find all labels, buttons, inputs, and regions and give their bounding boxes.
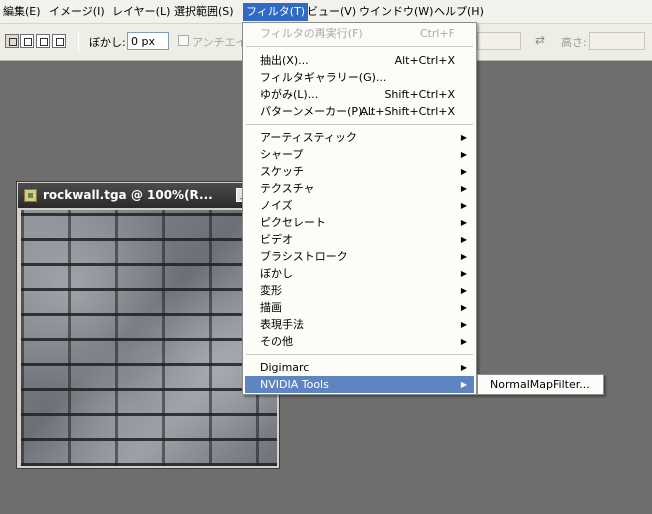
menu-item-pixelate[interactable]: ピクセレート ▶ bbox=[245, 214, 474, 231]
width-field[interactable] bbox=[477, 32, 521, 50]
submenu-arrow-icon: ▶ bbox=[460, 363, 467, 372]
menu-item-texture[interactable]: テクスチャ ▶ bbox=[245, 180, 474, 197]
submenu-arrow-icon: ▶ bbox=[460, 303, 467, 312]
menu-item-other[interactable]: その他 ▶ bbox=[245, 333, 474, 350]
menu-item-repeat-filter[interactable]: フィルタの再実行(F) Ctrl+F bbox=[245, 25, 474, 42]
document-window: rockwall.tga @ 100%(R... _ □ bbox=[16, 181, 280, 469]
menu-item-blur[interactable]: ぼかし ▶ bbox=[245, 265, 474, 282]
feather-label: ぼかし: bbox=[89, 36, 126, 49]
menu-window[interactable]: ウインドウ(W) bbox=[356, 3, 436, 21]
swap-icon[interactable]: ⇄ bbox=[535, 33, 545, 47]
height-label: 高さ: bbox=[561, 36, 587, 49]
menu-layer[interactable]: レイヤー(L) bbox=[109, 3, 173, 21]
document-titlebar[interactable]: rockwall.tga @ 100%(R... _ □ bbox=[18, 183, 278, 208]
image-canvas[interactable] bbox=[21, 210, 277, 466]
add-selection-button[interactable] bbox=[20, 34, 34, 48]
submenu-arrow-icon: ▶ bbox=[460, 380, 467, 389]
menu-item-normalmap-filter[interactable]: NormalMapFilter... bbox=[480, 377, 601, 393]
menu-select[interactable]: 選択範囲(S) bbox=[171, 3, 237, 21]
nvidia-tools-submenu: NormalMapFilter... bbox=[477, 374, 604, 395]
submenu-arrow-icon: ▶ bbox=[460, 133, 467, 142]
document-title: rockwall.tga @ 100%(R... bbox=[43, 188, 213, 202]
submenu-arrow-icon: ▶ bbox=[460, 269, 467, 278]
submenu-arrow-icon: ▶ bbox=[460, 218, 467, 227]
submenu-arrow-icon: ▶ bbox=[460, 286, 467, 295]
menu-separator bbox=[246, 124, 473, 125]
menu-help[interactable]: ヘルプ(H) bbox=[431, 3, 487, 21]
menu-item-video[interactable]: ビデオ ▶ bbox=[245, 231, 474, 248]
menu-item-render[interactable]: 描画 ▶ bbox=[245, 299, 474, 316]
submenu-arrow-icon: ▶ bbox=[460, 201, 467, 210]
menu-item-nvidia-tools[interactable]: NVIDIA Tools ▶ bbox=[245, 376, 474, 393]
menu-item-sketch[interactable]: スケッチ ▶ bbox=[245, 163, 474, 180]
image-file-icon bbox=[24, 189, 37, 202]
submenu-arrow-icon: ▶ bbox=[460, 337, 467, 346]
menu-item-stylize[interactable]: 表現手法 ▶ bbox=[245, 316, 474, 333]
menu-view[interactable]: ビュー(V) bbox=[304, 3, 359, 21]
menu-item-brush-strokes[interactable]: ブラシストローク ▶ bbox=[245, 248, 474, 265]
filter-menu: フィルタの再実行(F) Ctrl+F 抽出(X)... Alt+Ctrl+X フ… bbox=[242, 22, 477, 395]
feather-input[interactable] bbox=[127, 32, 169, 50]
submenu-arrow-icon: ▶ bbox=[460, 184, 467, 193]
menu-item-pattern-maker[interactable]: パターンメーカー(P)... Alt+Shift+Ctrl+X bbox=[245, 103, 474, 120]
menu-image[interactable]: イメージ(I) bbox=[46, 3, 108, 21]
menu-filter[interactable]: フィルタ(T) bbox=[243, 3, 309, 21]
submenu-arrow-icon: ▶ bbox=[460, 252, 467, 261]
menu-item-distort[interactable]: 変形 ▶ bbox=[245, 282, 474, 299]
menu-item-sharpen[interactable]: シャープ ▶ bbox=[245, 146, 474, 163]
menu-edit[interactable]: 編集(E) bbox=[0, 3, 44, 21]
submenu-arrow-icon: ▶ bbox=[460, 320, 467, 329]
menu-separator bbox=[246, 46, 473, 47]
height-field[interactable] bbox=[589, 32, 645, 50]
subtract-selection-button[interactable] bbox=[36, 34, 50, 48]
antialias-checkbox[interactable] bbox=[178, 35, 189, 46]
menu-separator bbox=[246, 354, 473, 355]
submenu-arrow-icon: ▶ bbox=[460, 167, 467, 176]
menu-item-liquify[interactable]: ゆがみ(L)... Shift+Ctrl+X bbox=[245, 86, 474, 103]
menu-item-artistic[interactable]: アーティスティック ▶ bbox=[245, 129, 474, 146]
menu-item-filter-gallery[interactable]: フィルタギャラリー(G)... bbox=[245, 69, 474, 86]
new-selection-button[interactable] bbox=[5, 34, 19, 48]
menu-item-digimarc[interactable]: Digimarc ▶ bbox=[245, 359, 474, 376]
menu-item-extract[interactable]: 抽出(X)... Alt+Ctrl+X bbox=[245, 52, 474, 69]
menu-bar: 編集(E) イメージ(I) レイヤー(L) 選択範囲(S) フィルタ(T) ビュ… bbox=[0, 0, 652, 24]
toolbar-divider bbox=[78, 31, 79, 53]
intersect-selection-button[interactable] bbox=[52, 34, 66, 48]
submenu-arrow-icon: ▶ bbox=[460, 235, 467, 244]
menu-item-noise[interactable]: ノイズ ▶ bbox=[245, 197, 474, 214]
submenu-arrow-icon: ▶ bbox=[460, 150, 467, 159]
